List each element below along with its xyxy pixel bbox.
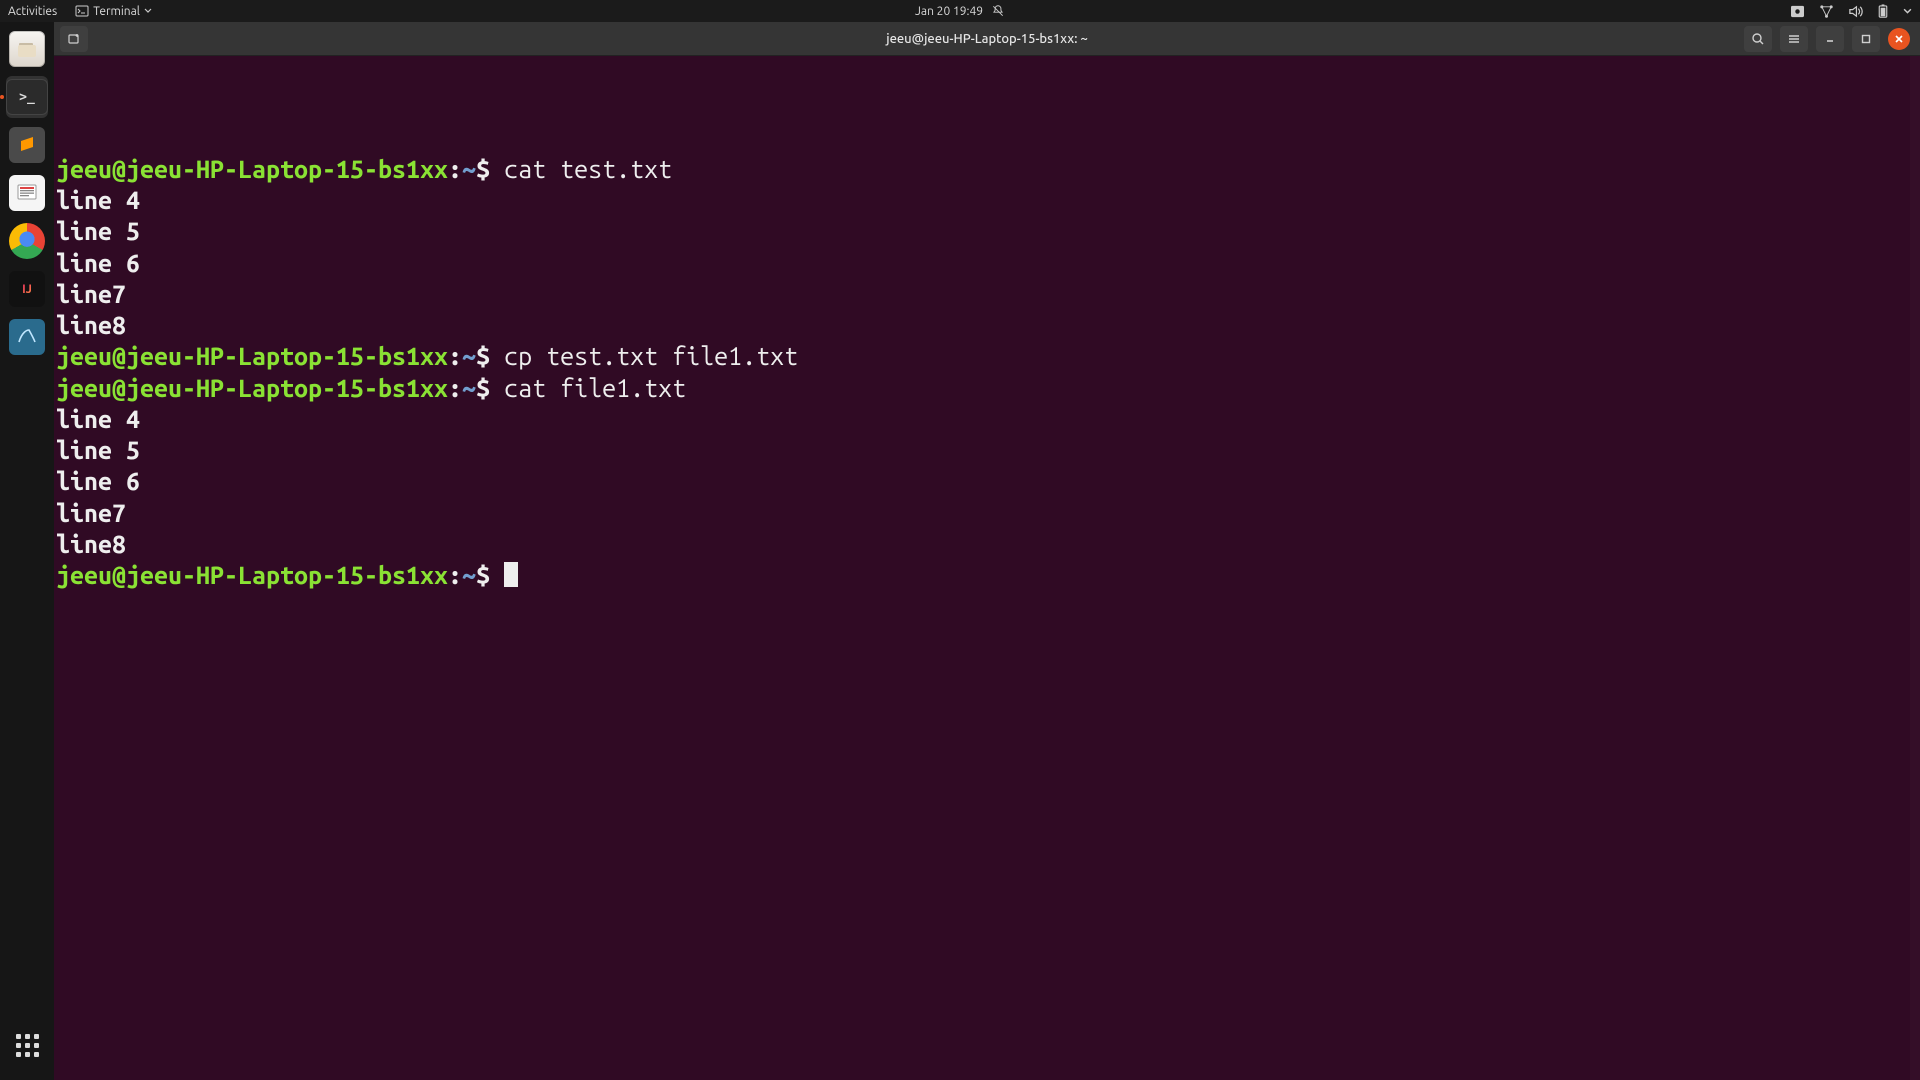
window-title: jeeu@jeeu-HP-Laptop-15-bs1xx: ~ (886, 32, 1088, 46)
terminal-output-line: line 6 (56, 248, 1918, 279)
app-menu-button[interactable]: Terminal (75, 4, 152, 18)
terminal-output-line: line 6 (56, 466, 1918, 497)
titlebar: jeeu@jeeu-HP-Laptop-15-bs1xx: ~ (54, 22, 1920, 56)
hamburger-icon (1787, 32, 1801, 46)
maximize-button[interactable] (1852, 26, 1880, 52)
gnome-topbar: Activities Terminal Jan 20 19:49 (0, 0, 1920, 22)
dock-item-intellij[interactable]: IJ (6, 268, 48, 310)
menu-button[interactable] (1780, 26, 1808, 52)
chrome-icon (9, 223, 45, 259)
reader-icon (9, 175, 45, 211)
network-icon[interactable] (1819, 4, 1834, 19)
dock-item-sublime[interactable] (6, 124, 48, 166)
show-applications-button[interactable] (6, 1024, 48, 1066)
scrollbar[interactable] (1910, 56, 1920, 1080)
terminal-output-line: line7 (56, 498, 1918, 529)
chevron-down-icon (144, 7, 152, 15)
notifications-muted-icon[interactable] (991, 4, 1005, 18)
terminal-icon (75, 4, 89, 18)
sublime-icon (9, 127, 45, 163)
new-tab-button[interactable] (60, 26, 88, 52)
close-icon (1894, 34, 1904, 44)
terminal-command-line: jeeu@jeeu-HP-Laptop-15-bs1xx:~$ cat file… (56, 373, 1918, 404)
search-icon (1751, 32, 1765, 46)
dock-item-files[interactable] (6, 28, 48, 70)
app-menu-label: Terminal (93, 5, 140, 18)
dock-item-reader[interactable] (6, 172, 48, 214)
search-button[interactable] (1744, 26, 1772, 52)
terminal-output-line: line7 (56, 279, 1918, 310)
terminal-icon (6, 79, 48, 115)
terminal-output-line: line 4 (56, 185, 1918, 216)
activities-button[interactable]: Activities (8, 5, 57, 18)
new-tab-icon (67, 32, 81, 46)
terminal-output-line: line8 (56, 529, 1918, 560)
files-icon (9, 31, 45, 67)
minimize-button[interactable] (1816, 26, 1844, 52)
terminal-prompt-line: jeeu@jeeu-HP-Laptop-15-bs1xx:~$ (56, 560, 1918, 591)
intellij-icon: IJ (9, 271, 45, 307)
terminal-viewport[interactable]: jeeu@jeeu-HP-Laptop-15-bs1xx:~$ cat test… (54, 56, 1920, 1080)
terminal-output-line: line 4 (56, 404, 1918, 435)
dock-item-chrome[interactable] (6, 220, 48, 262)
minimize-icon (1824, 33, 1836, 45)
terminal-window: jeeu@jeeu-HP-Laptop-15-bs1xx: ~ jeeu@jee… (54, 22, 1920, 1080)
screen-record-icon[interactable] (1790, 5, 1805, 18)
chevron-down-icon[interactable] (1903, 7, 1912, 16)
dock-item-mysql[interactable] (6, 316, 48, 358)
close-button[interactable] (1888, 28, 1910, 50)
terminal-output-line: line 5 (56, 216, 1918, 247)
mysql-icon (9, 319, 45, 355)
battery-icon[interactable] (1877, 4, 1889, 19)
cursor (504, 562, 518, 587)
volume-icon[interactable] (1848, 4, 1863, 19)
grid-icon (16, 1034, 39, 1057)
terminal-output-line: line 5 (56, 435, 1918, 466)
dock-item-terminal[interactable] (6, 76, 48, 118)
terminal-command-line: jeeu@jeeu-HP-Laptop-15-bs1xx:~$ cp test.… (56, 341, 1918, 372)
terminal-command-line: jeeu@jeeu-HP-Laptop-15-bs1xx:~$ cat test… (56, 154, 1918, 185)
terminal-output-line: line8 (56, 310, 1918, 341)
clock[interactable]: Jan 20 19:49 (915, 5, 983, 18)
dock: IJ (0, 22, 54, 1080)
maximize-icon (1860, 33, 1872, 45)
